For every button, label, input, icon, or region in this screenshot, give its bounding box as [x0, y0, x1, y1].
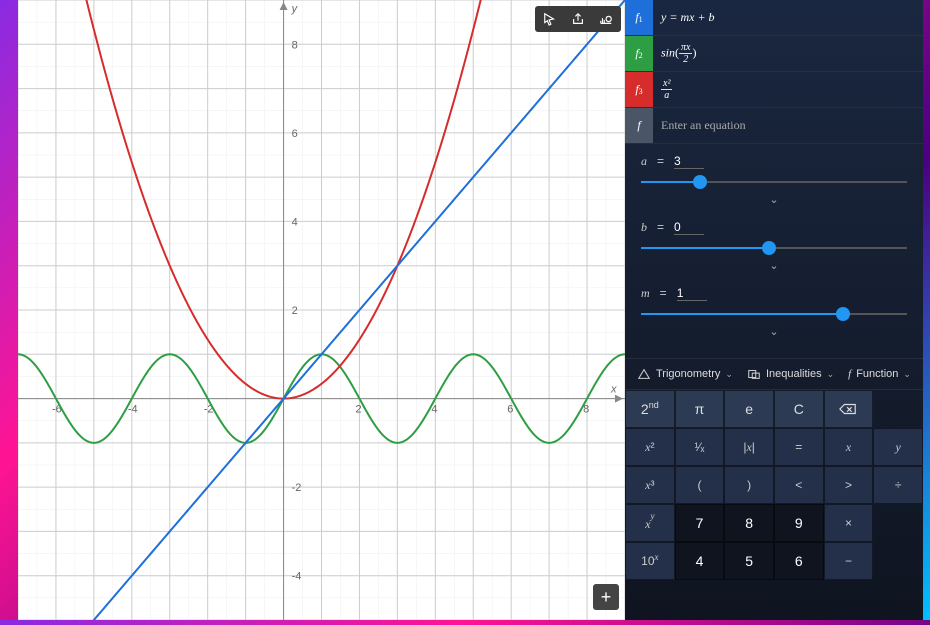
- mode-trigonometry[interactable]: Trigonometry⌄: [637, 367, 733, 381]
- svg-text:6: 6: [292, 128, 298, 140]
- key-7[interactable]: 7: [675, 504, 725, 542]
- key-lt[interactable]: <: [774, 466, 824, 504]
- slider-value-a[interactable]: 3: [674, 154, 704, 169]
- slider-thumb-a[interactable]: [693, 175, 707, 189]
- equation-row-3[interactable]: f3 x²a: [625, 72, 923, 108]
- key-lparen[interactable]: (: [675, 466, 725, 504]
- equation-text-1: y = mx + b: [653, 10, 923, 25]
- slider-b: b = 0 ⌄: [641, 220, 907, 272]
- key-clear[interactable]: C: [774, 390, 824, 428]
- slider-expand-a[interactable]: ⌄: [641, 193, 907, 206]
- key-10-pow-x[interactable]: 10x: [625, 542, 675, 580]
- variable-sliders: a = 3 ⌄ b = 0 ⌄ m =: [625, 144, 923, 358]
- graph-area[interactable]: -6-4-22468-4-22468xy +: [18, 0, 625, 620]
- key-gt[interactable]: >: [824, 466, 874, 504]
- slider-expand-b[interactable]: ⌄: [641, 259, 907, 272]
- key-rparen[interactable]: ): [724, 466, 774, 504]
- slider-var-b: b: [641, 220, 647, 235]
- svg-text:4: 4: [292, 216, 298, 228]
- svg-text:2: 2: [292, 305, 298, 317]
- slider-track-b[interactable]: [641, 239, 907, 257]
- slider-m: m = 1 ⌄: [641, 286, 907, 338]
- graph-options-icon[interactable]: [597, 10, 615, 28]
- svg-text:6: 6: [507, 404, 513, 416]
- key-8[interactable]: 8: [724, 504, 774, 542]
- pointer-tool-icon[interactable]: [541, 10, 559, 28]
- key-6[interactable]: 6: [774, 542, 824, 580]
- key-e[interactable]: e: [724, 390, 774, 428]
- slider-thumb-b[interactable]: [762, 241, 776, 255]
- key-5[interactable]: 5: [724, 542, 774, 580]
- key-reciprocal[interactable]: ¹⁄ₓ: [675, 428, 725, 466]
- slider-var-a: a: [641, 154, 647, 169]
- equation-list: f1 y = mx + b f2 sin(πx2) f3 x²a f Enter…: [625, 0, 923, 144]
- key-x-squared[interactable]: x²: [625, 428, 675, 466]
- slider-value-m[interactable]: 1: [677, 286, 707, 301]
- add-button[interactable]: +: [593, 584, 619, 610]
- side-panel: f1 y = mx + b f2 sin(πx2) f3 x²a f Enter…: [625, 0, 923, 620]
- key-minus[interactable]: −: [824, 542, 874, 580]
- keypad-mode-row: Trigonometry⌄ Inequalities⌄ fFunction⌄: [625, 358, 923, 390]
- key-4[interactable]: 4: [675, 542, 725, 580]
- slider-track-m[interactable]: [641, 305, 907, 323]
- equation-text-3: x²a: [653, 78, 923, 101]
- slider-expand-m[interactable]: ⌄: [641, 325, 907, 338]
- equation-row-1[interactable]: f1 y = mx + b: [625, 0, 923, 36]
- key-x-cubed[interactable]: x³: [625, 466, 675, 504]
- key-pi[interactable]: π: [675, 390, 725, 428]
- equation-chip-2[interactable]: f2: [625, 36, 653, 71]
- svg-text:2: 2: [355, 404, 361, 416]
- key-y[interactable]: y: [873, 428, 923, 466]
- slider-track-a[interactable]: [641, 173, 907, 191]
- keypad: 2ndπeCx²¹⁄ₓ|x|=xyx³()<>÷xy789×10x456−: [625, 390, 923, 580]
- slider-var-m: m: [641, 286, 650, 301]
- slider-thumb-m[interactable]: [836, 307, 850, 321]
- equation-row-new[interactable]: f Enter an equation: [625, 108, 923, 144]
- wallpaper-right: [923, 0, 930, 620]
- svg-text:-2: -2: [292, 482, 302, 494]
- key-abs[interactable]: |x|: [724, 428, 774, 466]
- equation-text-2: sin(πx2): [653, 42, 923, 65]
- svg-text:-4: -4: [128, 404, 138, 416]
- svg-text:x: x: [610, 384, 617, 396]
- graph-canvas[interactable]: -6-4-22468-4-22468xy: [18, 0, 625, 620]
- key-9[interactable]: 9: [774, 504, 824, 542]
- equation-chip-1[interactable]: f1: [625, 0, 653, 35]
- graph-toolbar: [535, 6, 621, 32]
- equation-chip-3[interactable]: f3: [625, 72, 653, 107]
- slider-a: a = 3 ⌄: [641, 154, 907, 206]
- svg-text:-4: -4: [292, 571, 302, 583]
- share-icon[interactable]: [569, 10, 587, 28]
- slider-value-b[interactable]: 0: [674, 220, 704, 235]
- key-2nd[interactable]: 2nd: [625, 390, 675, 428]
- equation-row-2[interactable]: f2 sin(πx2): [625, 36, 923, 72]
- equation-new-placeholder[interactable]: Enter an equation: [653, 118, 923, 133]
- equation-chip-new[interactable]: f: [625, 108, 653, 143]
- key-multiply[interactable]: ×: [824, 504, 874, 542]
- svg-text:y: y: [291, 3, 299, 15]
- key-divide[interactable]: ÷: [873, 466, 923, 504]
- svg-text:8: 8: [292, 39, 298, 51]
- key-x-pow-y[interactable]: xy: [625, 504, 675, 542]
- key-equals[interactable]: =: [774, 428, 824, 466]
- mode-function[interactable]: fFunction⌄: [848, 367, 911, 381]
- key-x[interactable]: x: [824, 428, 874, 466]
- key-backspace[interactable]: [824, 390, 874, 428]
- mode-inequalities[interactable]: Inequalities⌄: [747, 367, 834, 381]
- wallpaper-left: [0, 0, 18, 620]
